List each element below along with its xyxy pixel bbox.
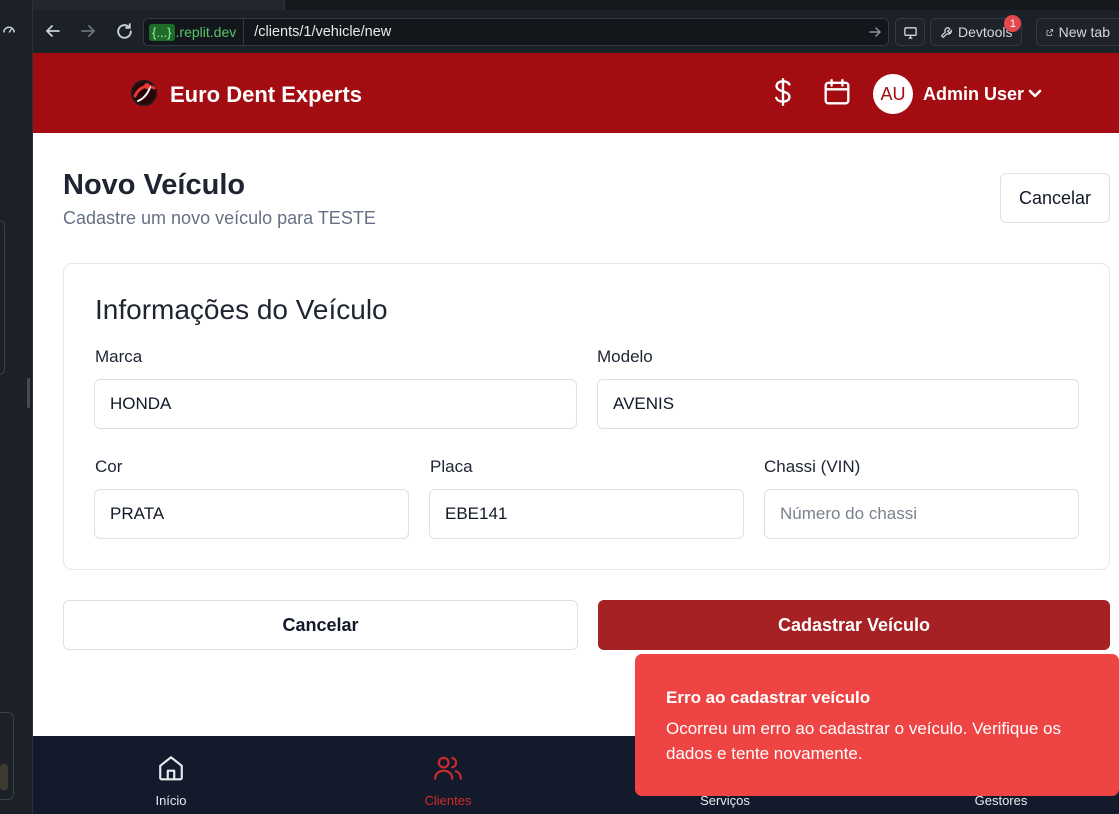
ide-side-panel <box>0 0 33 814</box>
monitor-icon <box>903 26 917 39</box>
nav-label-inicio: Início <box>155 793 187 808</box>
marca-input[interactable]: HONDA <box>94 379 577 429</box>
cancel-button[interactable]: Cancelar <box>63 600 578 650</box>
url-host: {...} .replit.dev <box>144 19 245 45</box>
calendar-icon[interactable] <box>822 77 852 107</box>
error-toast[interactable]: Erro ao cadastrar veículo Ocorreu um err… <box>635 654 1119 796</box>
vehicle-info-card: Informações do Veículo Marca HONDA Model… <box>63 263 1110 570</box>
new-tab-button[interactable]: New tab <box>1036 18 1119 46</box>
brand-name[interactable]: Euro Dent Experts <box>170 82 362 108</box>
nav-label-clientes: Clientes <box>424 793 472 808</box>
url-host-domain: .replit.dev <box>175 24 237 40</box>
gauge-icon[interactable] <box>2 22 16 36</box>
chevron-down-icon[interactable] <box>1025 83 1045 103</box>
browser-tab[interactable] <box>33 0 285 10</box>
back-icon[interactable] <box>42 20 64 42</box>
toast-body: Ocorreu um erro ao cadastrar o veículo. … <box>666 719 1061 763</box>
external-link-icon <box>1046 28 1054 36</box>
submit-vehicle-button[interactable]: Cadastrar Veículo <box>598 600 1110 650</box>
go-arrow-icon[interactable] <box>862 25 888 39</box>
tab-strip <box>33 0 1119 10</box>
wrench-icon <box>940 26 953 38</box>
resize-handle[interactable] <box>27 378 30 408</box>
user-name[interactable]: Admin User <box>923 84 1024 105</box>
forward-icon[interactable] <box>77 20 99 42</box>
placa-label: Placa <box>430 457 473 476</box>
screen: {...} .replit.dev /clients/1/vehicle/new… <box>0 0 1119 814</box>
browser-toolbar: {...} .replit.dev /clients/1/vehicle/new… <box>33 0 1119 53</box>
home-icon <box>156 753 186 783</box>
nav-item-inicio[interactable]: Início <box>111 736 231 814</box>
page-title: Novo Veículo <box>63 169 246 201</box>
modelo-input[interactable]: AVENIS <box>597 379 1079 429</box>
address-bar[interactable]: {...} .replit.dev /clients/1/vehicle/new <box>143 18 889 46</box>
reload-icon[interactable] <box>113 20 135 42</box>
dollar-icon[interactable] <box>768 77 798 107</box>
modelo-label: Modelo <box>597 347 653 366</box>
devtools-notification-badge: 1 <box>1004 15 1022 32</box>
app-header: Euro Dent Experts AU Admin User <box>33 53 1119 133</box>
page-subtitle: Cadastre um novo veículo para TESTE <box>63 208 376 228</box>
chassi-label: Chassi (VIN) <box>764 457 861 476</box>
placa-input[interactable]: EBE141 <box>429 489 744 539</box>
toast-title: Erro ao cadastrar veículo <box>666 688 871 707</box>
chassi-input[interactable]: Número do chassi <box>764 489 1079 539</box>
app-viewport: Euro Dent Experts AU Admin User Novo Veí… <box>33 53 1119 814</box>
avatar[interactable]: AU <box>873 74 913 114</box>
nav-item-clientes[interactable]: Clientes <box>388 736 508 814</box>
url-path[interactable]: /clients/1/vehicle/new <box>244 24 862 40</box>
users-icon <box>433 753 463 783</box>
cor-input[interactable]: PRATA <box>94 489 409 539</box>
cancel-top-button[interactable]: Cancelar <box>1000 173 1110 223</box>
devtools-button[interactable]: Devtools 1 <box>930 15 1023 46</box>
new-tab-label: New tab <box>1058 24 1110 40</box>
panel-rail <box>0 220 5 375</box>
marca-label: Marca <box>95 347 143 366</box>
url-host-badge: {...} <box>149 23 175 41</box>
screen-preview-button[interactable] <box>895 18 925 46</box>
mini-panel-indicator <box>0 764 8 790</box>
cor-label: Cor <box>95 457 123 476</box>
card-title: Informações do Veículo <box>95 294 388 325</box>
dent-logo-icon[interactable] <box>127 76 161 110</box>
